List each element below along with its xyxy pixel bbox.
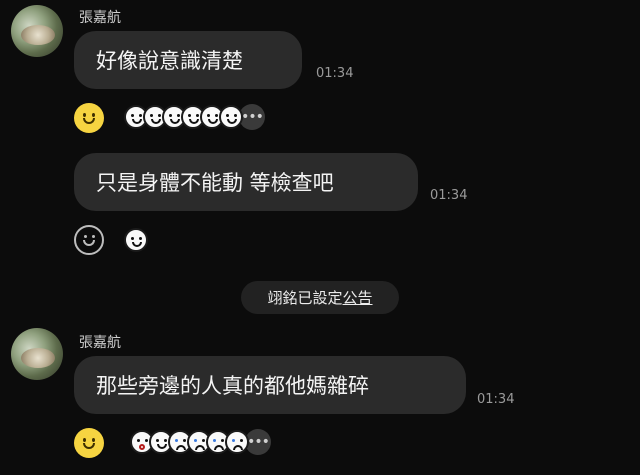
thumb-smile-sticker-icon [124, 228, 148, 252]
message-text: 那些旁邊的人真的都他媽雜碎 [96, 374, 369, 398]
sender-name: 張嘉航 [79, 10, 121, 26]
smile-sticker-icon [219, 105, 243, 129]
message-bubble[interactable]: 好像說意識清楚 [74, 31, 302, 89]
sender-name: 張嘉航 [79, 335, 121, 351]
message-time: 01:34 [477, 392, 515, 407]
add-reaction-icon[interactable] [74, 428, 104, 458]
notice-text: 翊銘已設定 [267, 289, 343, 307]
reaction-stickers[interactable]: ••• [130, 429, 271, 455]
reaction-stickers[interactable]: ••• [124, 104, 265, 130]
sender-avatar[interactable] [11, 328, 63, 380]
reaction-stickers[interactable] [124, 228, 148, 252]
add-reaction-icon[interactable] [74, 225, 104, 255]
add-reaction-icon[interactable] [74, 103, 104, 133]
avatar-photo [21, 348, 55, 368]
system-notice[interactable]: 翊銘已設定 公告 [241, 281, 399, 314]
message-text: 好像說意識清楚 [96, 49, 243, 73]
announcement-link[interactable]: 公告 [343, 287, 373, 308]
message-time: 01:34 [316, 66, 354, 81]
message-text: 只是身體不能動 等檢查吧 [96, 171, 334, 195]
message-bubble[interactable]: 那些旁邊的人真的都他媽雜碎 [74, 356, 466, 414]
crying-sticker-icon [225, 430, 249, 454]
message-time: 01:34 [430, 188, 468, 203]
sender-avatar[interactable] [11, 5, 63, 57]
avatar-photo [21, 25, 55, 45]
message-bubble[interactable]: 只是身體不能動 等檢查吧 [74, 153, 418, 211]
